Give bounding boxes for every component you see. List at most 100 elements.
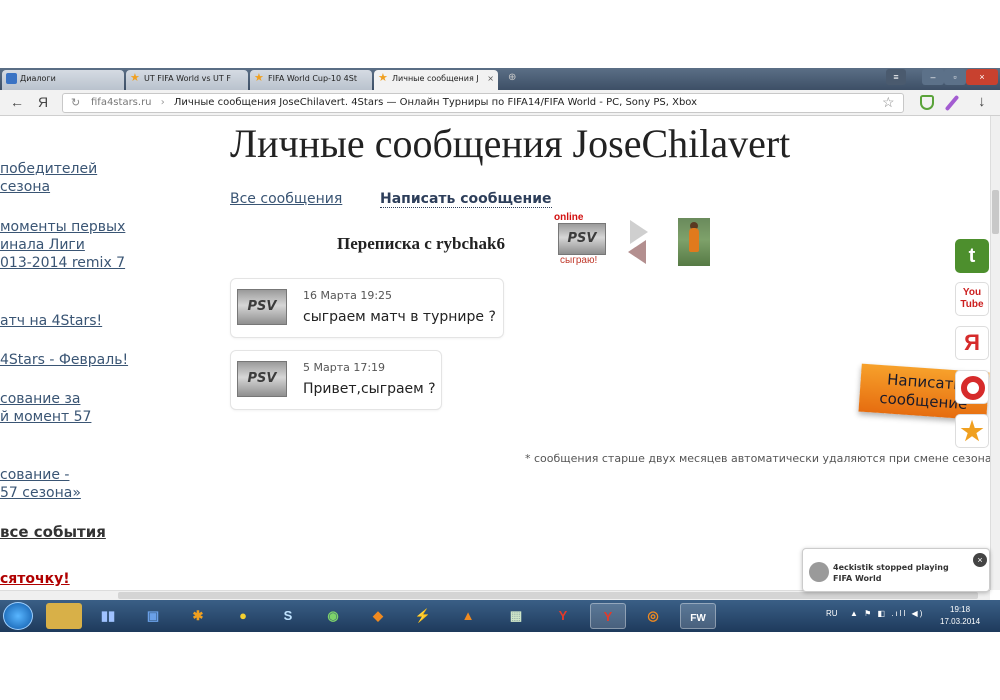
message-date: 16 Марта 19:25 <box>303 289 393 302</box>
games-taskbar-icon[interactable]: ◆ <box>360 603 396 629</box>
new-tab-icon[interactable]: ⊕ <box>508 72 516 83</box>
message-text: Привет,сыграем ? <box>303 381 436 397</box>
refresh-icon[interactable]: ↻ <box>71 96 80 109</box>
explorer-taskbar-icon[interactable] <box>46 603 82 629</box>
tab-private-messages[interactable]: ★ Личные сообщения J × <box>374 70 498 90</box>
screen: Диалоги ★ UT FIFA World vs UT F ★ FIFA W… <box>0 0 1000 700</box>
skype-taskbar-icon[interactable]: S <box>270 603 306 629</box>
player-taskbar-icon[interactable]: ▣ <box>135 603 171 629</box>
shield-icon[interactable] <box>920 95 934 110</box>
minimize-button[interactable]: – <box>922 69 944 85</box>
tab-label: FIFA World Cup-10 4St <box>268 74 357 83</box>
message-avatar[interactable]: PSV <box>237 289 287 325</box>
youtube-icon[interactable]: You Tube <box>955 282 989 316</box>
sidebar-link-all-events[interactable]: все события <box>0 523 106 541</box>
tab-label: UT FIFA World vs UT F <box>144 74 231 83</box>
yandex-taskbar-icon[interactable]: Y <box>545 603 581 629</box>
horizontal-scroll-thumb[interactable] <box>118 592 978 599</box>
start-button[interactable] <box>3 602 33 630</box>
yandex-icon[interactable]: Я <box>38 94 48 110</box>
bookmark-star-icon[interactable]: ☆ <box>882 94 895 111</box>
sidebar-link-line: 57 сезона» <box>0 485 81 501</box>
tab-world-cup[interactable]: ★ FIFA World Cup-10 4St <box>250 70 372 90</box>
sidebar-link-line: атч на 4Stars! <box>0 313 103 329</box>
vlc-taskbar-icon[interactable]: ▲ <box>450 603 486 629</box>
camera-taskbar-icon[interactable]: ● <box>225 603 261 629</box>
my-avatar[interactable]: PSV <box>558 223 606 255</box>
dialog-icon <box>6 73 17 84</box>
tab-dialogs[interactable]: Диалоги <box>2 70 124 90</box>
tools-taskbar-icon[interactable]: ✱ <box>180 603 216 629</box>
sidebar-link-moments[interactable]: моменты первых инала Лиги 013-2014 remix… <box>0 218 125 272</box>
yandex-glyph: Я <box>964 330 980 355</box>
page-content: победителей сезона моменты первых инала … <box>0 116 990 590</box>
tab-ut-fifa[interactable]: ★ UT FIFA World vs UT F <box>126 70 248 90</box>
menu-button[interactable]: ≡ <box>886 69 906 85</box>
close-window-button[interactable]: × <box>966 69 998 85</box>
write-message-link[interactable]: Написать сообщение <box>380 191 552 208</box>
url-page-title: Личные сообщения JoseChilavert. 4Stars —… <box>173 97 698 108</box>
sidebar-link-line: сование за <box>0 391 81 407</box>
lifebuoy-ring <box>961 376 985 400</box>
address-bar: ← Я ↻ fifa4stars.ru › Личные сообщения J… <box>0 90 1000 116</box>
fourstars-icon[interactable]: ★ <box>955 414 989 448</box>
sidebar-link-line: моменты первых <box>0 219 126 235</box>
sidebar-link-line: сование - <box>0 467 70 483</box>
download-icon[interactable]: ↓ <box>978 93 986 110</box>
sidebar-link-february[interactable]: 4Stars - Февраль! <box>0 351 128 369</box>
maximize-button[interactable]: ▫ <box>944 69 966 85</box>
language-indicator[interactable]: RU <box>826 609 838 618</box>
twitter-icon[interactable]: t <box>955 239 989 273</box>
fifa-world-taskbar-icon[interactable]: FW <box>680 603 716 629</box>
sidebar-link-vote-season[interactable]: сование - 57 сезона» <box>0 466 81 502</box>
sidebar-link-vote-moment[interactable]: сование за й момент 57 <box>0 390 91 426</box>
fw-label: FW <box>690 613 706 624</box>
game-icon <box>809 562 829 582</box>
auto-delete-note: * сообщения старше двух месяцев автомати… <box>525 452 990 465</box>
vertical-scroll-thumb[interactable] <box>992 190 999 234</box>
clock-date[interactable]: 17.03.2014 <box>940 617 980 626</box>
media-taskbar-icon[interactable]: ▮▮ <box>90 603 126 629</box>
online-status: online <box>554 212 584 223</box>
partner-avatar[interactable] <box>678 218 710 266</box>
sidebar-link-match[interactable]: атч на 4Stars! <box>0 312 102 330</box>
tab-bar: Диалоги ★ UT FIFA World vs UT F ★ FIFA W… <box>0 68 1000 90</box>
sidebar-link-line: инала Лиги <box>0 237 85 253</box>
notification-text: 4eckistik stopped playing FIFA World <box>833 563 949 583</box>
twitter-glyph: t <box>968 245 976 267</box>
sidebar-link-line: победителей <box>0 161 98 177</box>
notification-toast: 4eckistik stopped playing FIFA World × <box>802 548 990 592</box>
page-title: Личные сообщения JoseChilavert <box>230 121 791 166</box>
yandex-icon[interactable]: Я <box>955 326 989 360</box>
arrow-left-icon <box>628 240 646 264</box>
network-taskbar-icon[interactable]: ▦ <box>498 603 534 629</box>
yandex-active-taskbar-icon[interactable]: Y <box>590 603 626 629</box>
vertical-scrollbar[interactable] <box>990 116 1000 590</box>
message-text: сыграем матч в турнире ? <box>303 309 496 325</box>
back-icon[interactable]: ← <box>10 94 24 110</box>
close-tab-icon[interactable]: × <box>487 74 494 83</box>
all-messages-link[interactable]: Все сообщения <box>230 191 342 207</box>
sidebar-link-top10[interactable]: сяточку! <box>0 570 70 588</box>
lifebuoy-icon[interactable] <box>955 370 989 404</box>
chrome-taskbar-icon[interactable]: ◉ <box>315 603 351 629</box>
close-notification-icon[interactable]: × <box>973 553 987 567</box>
radio-taskbar-icon[interactable]: ◎ <box>635 603 671 629</box>
pen-icon[interactable] <box>944 94 960 112</box>
sidebar-link-line: й момент 57 <box>0 409 92 425</box>
sidebar-link-winners[interactable]: победителей сезона <box>0 160 97 196</box>
star-icon: ★ <box>254 71 264 84</box>
youtube-glyph: You Tube <box>960 287 984 310</box>
tab-label: Диалоги <box>20 74 56 83</box>
tray-icons[interactable]: ▲ ⚑ ◧ .ıll ◀) <box>850 609 924 618</box>
avatar-body <box>689 228 699 252</box>
ready-to-play-label: сыграю! <box>560 255 598 266</box>
star-icon: ★ <box>130 71 140 84</box>
flash-taskbar-icon[interactable]: ⚡ <box>405 603 441 629</box>
url-domain: fifa4stars.ru <box>91 97 152 108</box>
clock-time[interactable]: 19:18 <box>950 605 970 614</box>
conversation-title: Переписка с rybchak6 <box>337 234 505 253</box>
url-field[interactable]: ↻ fifa4stars.ru › Личные сообщения JoseC… <box>62 93 904 113</box>
message-avatar[interactable]: PSV <box>237 361 287 397</box>
tab-label: Личные сообщения J <box>392 74 479 83</box>
